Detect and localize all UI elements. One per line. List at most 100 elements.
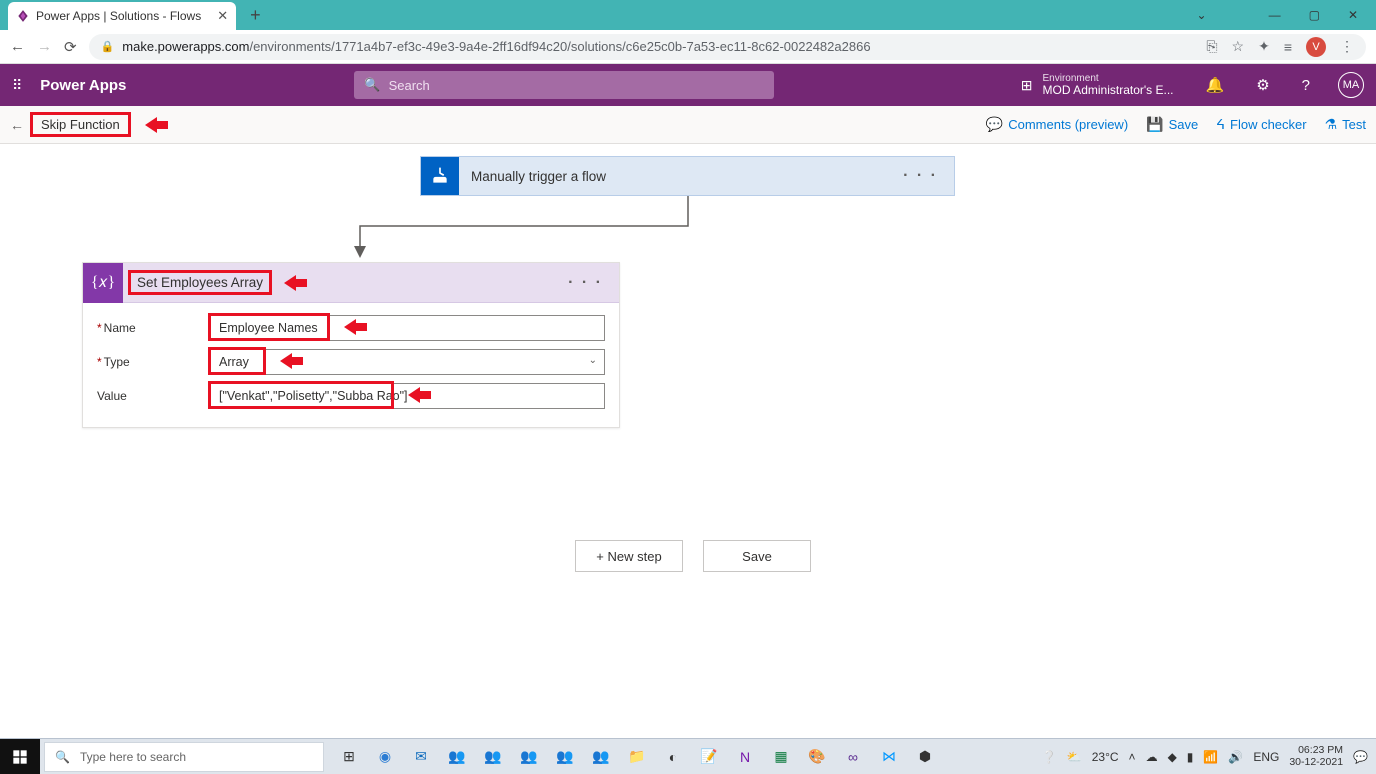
settings-gear-icon[interactable]: ⚙	[1256, 76, 1269, 94]
checker-icon: ᔦ	[1216, 116, 1225, 133]
card-menu-icon[interactable]: · · ·	[903, 167, 938, 185]
teams-icon[interactable]: 👥	[440, 742, 474, 772]
help-tray-icon[interactable]: ❔	[1042, 750, 1057, 764]
nav-reload-icon[interactable]: ⟳	[64, 38, 77, 56]
browser-titlebar: Power Apps | Solutions - Flows ✕ + ⌄ — ▢…	[0, 0, 1376, 30]
test-button[interactable]: ⚗Test	[1325, 116, 1366, 133]
volume-icon[interactable]: 🔊	[1228, 750, 1243, 764]
wifi-icon[interactable]: 📶	[1203, 750, 1218, 764]
profile-avatar[interactable]: V	[1306, 37, 1326, 57]
excel-icon[interactable]: ▦	[764, 742, 798, 772]
window-maximize-icon[interactable]: ▢	[1309, 8, 1320, 22]
explorer-icon[interactable]: 📁	[620, 742, 654, 772]
tray-app-icon[interactable]: ◆	[1168, 750, 1177, 764]
app-launcher-icon[interactable]: ⠿	[12, 77, 22, 94]
trigger-label: Manually trigger a flow	[471, 169, 606, 184]
user-avatar[interactable]: MA	[1338, 72, 1364, 98]
global-search[interactable]: 🔍	[354, 71, 774, 99]
tray-chevron-icon[interactable]: ˄	[1129, 750, 1136, 764]
chrome-icon[interactable]: ◐	[656, 742, 690, 772]
save-button[interactable]: 💾Save	[1146, 116, 1198, 133]
value-field-label: Value	[97, 383, 210, 403]
tab-title: Power Apps | Solutions - Flows	[36, 9, 201, 23]
flask-icon: ⚗	[1325, 116, 1338, 133]
reading-list-icon[interactable]: ≡	[1284, 39, 1292, 55]
start-button[interactable]	[0, 739, 40, 774]
onenote-icon[interactable]: N	[728, 742, 762, 772]
taskbar-apps: ⊞ ◉ ✉ 👥 👥 👥 👥 👥 📁 ◐ 📝 N ▦ 🎨 ∞ ⋈ ⬢	[332, 742, 942, 772]
task-view-icon[interactable]: ⊞	[332, 742, 366, 772]
url-text: make.powerapps.com/environments/1771a4b7…	[122, 39, 870, 54]
temperature[interactable]: 23°C	[1092, 750, 1119, 764]
battery-icon[interactable]: ▮	[1187, 750, 1194, 764]
windows-taskbar: 🔍 Type here to search ⊞ ◉ ✉ 👥 👥 👥 👥 👥 📁 …	[0, 738, 1376, 774]
vscode-icon[interactable]: ⋈	[872, 742, 906, 772]
save-flow-button[interactable]: Save	[703, 540, 811, 572]
lock-icon: 🔒	[101, 40, 115, 53]
save-icon: 💾	[1146, 116, 1163, 133]
trigger-card[interactable]: Manually trigger a flow · · ·	[420, 156, 955, 196]
vs-icon[interactable]: ∞	[836, 742, 870, 772]
new-step-button[interactable]: + New step	[575, 540, 683, 572]
command-bar: ← Skip Function 💬Comments (preview) 💾Sav…	[0, 106, 1376, 144]
taskbar-search-placeholder: Type here to search	[80, 750, 186, 764]
comments-button[interactable]: 💬Comments (preview)	[986, 116, 1128, 133]
tab-dropdown-icon[interactable]: ⌄	[1197, 8, 1207, 22]
browser-toolbar: ← → ⟳ 🔒 make.powerapps.com/environments/…	[0, 30, 1376, 64]
browser-menu-icon[interactable]: ⋮	[1340, 38, 1354, 55]
trigger-icon	[421, 157, 459, 195]
teams-icon[interactable]: 👥	[584, 742, 618, 772]
edge-icon[interactable]: ◉	[368, 742, 402, 772]
environment-picker[interactable]: ⊞ Environment MOD Administrator's E...	[1021, 73, 1174, 97]
weather-icon[interactable]: ⛅	[1067, 750, 1082, 764]
notifications-icon[interactable]: 🔔	[1206, 76, 1225, 94]
teams-icon[interactable]: 👥	[512, 742, 546, 772]
nav-back-icon[interactable]: ←	[10, 38, 25, 55]
app-name: Power Apps	[40, 77, 126, 94]
annotation-arrow-icon	[280, 353, 306, 369]
help-icon[interactable]: ?	[1302, 77, 1310, 94]
teams-icon[interactable]: 👥	[476, 742, 510, 772]
name-input[interactable]	[210, 315, 605, 341]
install-app-icon[interactable]: ⎘	[1206, 38, 1217, 55]
new-tab-button[interactable]: +	[250, 5, 261, 26]
variable-icon: {𝑥}	[83, 263, 123, 303]
connector-arrow	[348, 196, 708, 266]
flow-checker-button[interactable]: ᔦFlow checker	[1216, 116, 1306, 133]
back-arrow-icon[interactable]: ←	[10, 117, 24, 133]
extensions-icon[interactable]: ✦	[1258, 38, 1270, 55]
tab-close-icon[interactable]: ✕	[217, 8, 228, 24]
flow-canvas: Manually trigger a flow · · · {𝑥} Set Em…	[0, 144, 1376, 184]
type-select[interactable]	[210, 349, 605, 375]
action-header[interactable]: {𝑥} Set Employees Array · · ·	[83, 263, 619, 303]
powerapps-icon	[16, 9, 30, 23]
language-indicator[interactable]: ENG	[1253, 750, 1279, 764]
nav-forward-icon[interactable]: →	[37, 38, 52, 55]
name-field-label: *Name	[97, 315, 210, 335]
search-icon: 🔍	[55, 750, 70, 764]
onedrive-icon[interactable]: ☁	[1146, 750, 1158, 764]
action-title: Set Employees Array	[128, 270, 272, 295]
bookmark-icon[interactable]: ☆	[1232, 38, 1245, 55]
window-minimize-icon[interactable]: —	[1269, 8, 1281, 22]
app-icon[interactable]: ⬢	[908, 742, 942, 772]
paint-icon[interactable]: 🎨	[800, 742, 834, 772]
flow-title[interactable]: Skip Function	[30, 112, 131, 137]
action-card: {𝑥} Set Employees Array · · · *Name *Typ…	[82, 262, 620, 428]
annotation-arrow-icon	[145, 117, 171, 133]
search-icon: 🔍	[364, 77, 380, 93]
search-input[interactable]	[389, 78, 765, 93]
notifications-tray-icon[interactable]: 💬	[1353, 750, 1368, 764]
address-bar[interactable]: 🔒 make.powerapps.com/environments/1771a4…	[89, 34, 1366, 60]
window-close-icon[interactable]: ✕	[1348, 8, 1358, 22]
environment-label: Environment	[1043, 73, 1174, 84]
card-menu-icon[interactable]: · · ·	[568, 274, 603, 292]
clock[interactable]: 06:23 PM 30-12-2021	[1289, 745, 1343, 768]
app-header: ⠿ Power Apps 🔍 ⊞ Environment MOD Adminis…	[0, 64, 1376, 106]
environment-value: MOD Administrator's E...	[1043, 84, 1174, 97]
notes-icon[interactable]: 📝	[692, 742, 726, 772]
browser-tab[interactable]: Power Apps | Solutions - Flows ✕	[8, 2, 236, 30]
teams-icon[interactable]: 👥	[548, 742, 582, 772]
taskbar-search[interactable]: 🔍 Type here to search	[44, 742, 324, 772]
outlook-icon[interactable]: ✉	[404, 742, 438, 772]
